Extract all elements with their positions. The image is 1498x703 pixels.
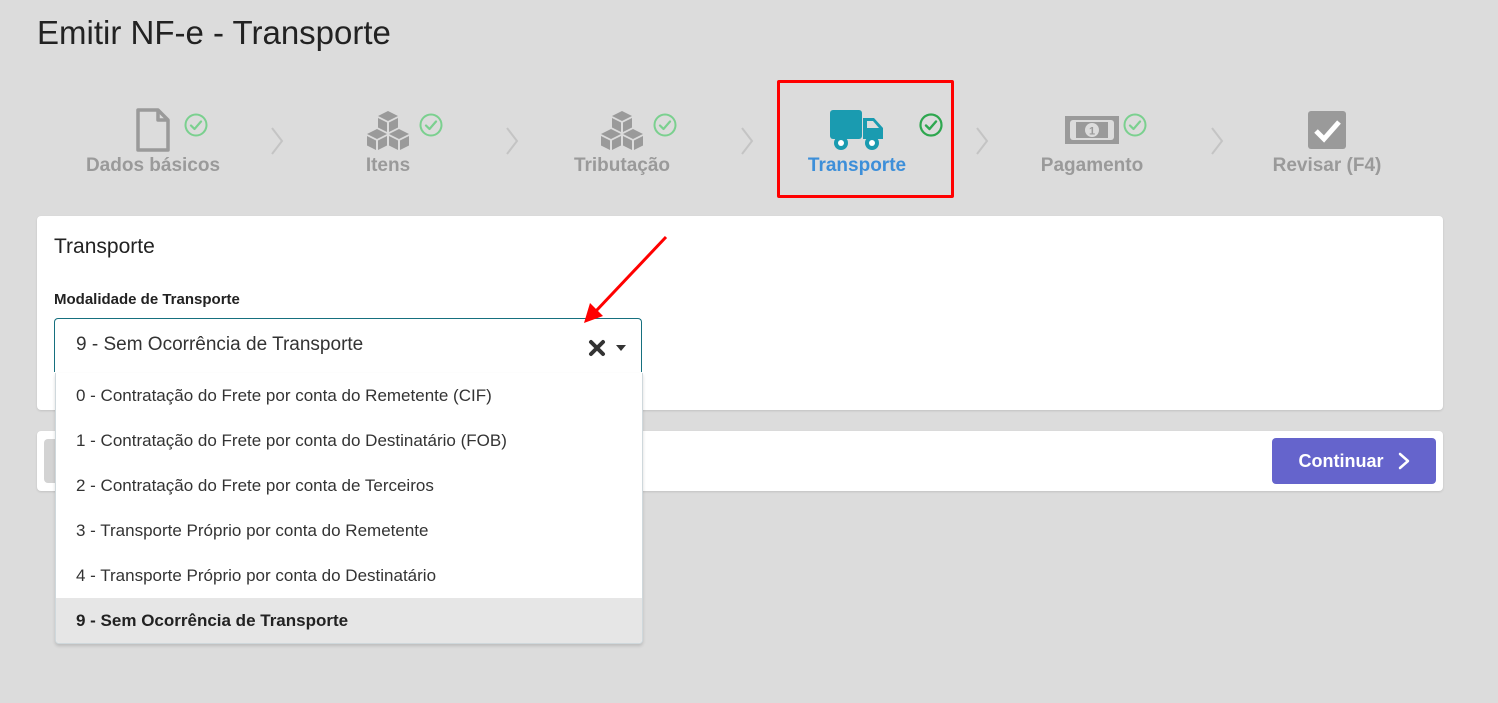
step-label: Dados básicos [85,155,221,176]
modalidade-select[interactable]: 9 - Sem Ocorrência de Transporte [54,318,642,372]
chevron-right-icon [506,127,519,155]
step-label: Revisar (F4) [1272,155,1382,176]
step-label: Transporte [807,155,907,176]
page-title: Emitir NF-e - Transporte [37,14,391,51]
modalidade-label: Modalidade de Transporte [54,291,240,308]
chevron-right-icon [976,127,989,155]
truck-icon [825,106,889,154]
money-bill-icon: 1 [1060,106,1124,154]
chevron-right-icon [1398,452,1409,470]
option-1[interactable]: 1 - Contratação do Frete por conta do De… [56,418,642,463]
step-label: Pagamento [1040,155,1144,176]
file-icon [121,106,185,154]
step-dados-basicos[interactable]: Dados básicos [53,100,253,190]
chevron-right-icon [271,127,284,155]
check-circle-icon [1123,113,1147,137]
option-3[interactable]: 3 - Transporte Próprio por conta do Reme… [56,508,642,553]
continue-button[interactable]: Continuar [1272,438,1436,484]
step-itens[interactable]: Itens [288,100,488,190]
option-9-selected[interactable]: 9 - Sem Ocorrência de Transporte [56,598,642,643]
boxes-icon [590,106,654,154]
chevron-right-icon [1211,127,1224,155]
selected-value: 9 - Sem Ocorrência de Transporte [76,334,364,355]
step-label: Tributação [573,155,671,176]
card-title: Transporte [54,235,155,258]
continue-label: Continuar [1298,450,1384,471]
modalidade-options-menu: 0 - Contratação do Frete por conta do Re… [55,373,643,644]
option-2[interactable]: 2 - Contratação do Frete por conta de Te… [56,463,642,508]
caret-down-icon[interactable] [615,344,627,352]
check-circle-icon [653,113,677,137]
step-tributacao[interactable]: Tributação [522,100,722,190]
step-transporte[interactable]: Transporte [757,100,957,190]
check-circle-icon [419,113,443,137]
boxes-icon [356,106,420,154]
step-label: Itens [365,155,411,176]
check-circle-icon [919,113,943,137]
step-pagamento[interactable]: 1 Pagamento [992,100,1192,190]
option-0[interactable]: 0 - Contratação do Frete por conta do Re… [56,373,642,418]
clear-icon[interactable] [588,339,606,357]
step-revisar[interactable]: Revisar (F4) [1227,100,1427,190]
checkbox-icon [1295,106,1359,154]
chevron-right-icon [741,127,754,155]
check-circle-icon [184,113,208,137]
option-4[interactable]: 4 - Transporte Próprio por conta do Dest… [56,553,642,598]
svg-text:1: 1 [1089,126,1095,138]
